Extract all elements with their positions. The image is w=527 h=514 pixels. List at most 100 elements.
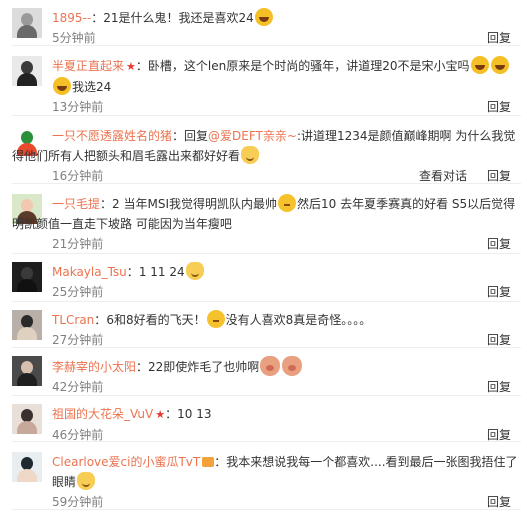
comment-text-line2: 得他们所有人把额头和眉毛露出来都好好看 <box>12 146 517 166</box>
pig-emoji-icon <box>282 356 303 376</box>
comment-text-line2: 明凯颜值一直走下坡路 可能因为当年瘦吧 <box>12 214 517 234</box>
reply-button[interactable]: 回复 <box>487 31 511 45</box>
avatar[interactable] <box>12 356 42 386</box>
comment-item: 祖国的大花朵_VuV ★：10 13 46分钟前 回复 <box>12 400 521 445</box>
comment-content: 2 当年MSI我觉得明凯队内最帅 <box>112 197 277 211</box>
comment-meta: 21分钟前 回复 <box>52 234 517 254</box>
comment-text: Makayla_Tsu：1 11 24 <box>52 262 517 282</box>
comment-text: 半夏正直起来 ★：卧槽，这个len原来是个时尚的骚年，讲道理20不是宋小宝吗 <box>52 56 517 77</box>
username-link[interactable]: 1895-- <box>52 11 91 25</box>
comment-actions: 回复 <box>467 282 511 302</box>
avatar[interactable] <box>12 56 42 86</box>
comment-content: 没有人喜欢8真是奇怪。。。。 <box>225 313 372 327</box>
reply-button[interactable]: 回复 <box>487 495 511 509</box>
view-dialog-button[interactable]: 查看对话 <box>419 169 467 183</box>
username-link[interactable]: Makayla_Tsu <box>52 265 127 279</box>
comment-content: 6和8好看的飞天！ <box>106 313 206 327</box>
comment-item: Clearlove爱ci的小蜜瓜TvT ：我本来想说我每一个都喜欢....看到最后… <box>12 448 521 512</box>
reply-button[interactable]: 回复 <box>487 169 511 183</box>
comment-body: 半夏正直起来 ★：卧槽，这个len原来是个时尚的骚年，讲道理20不是宋小宝吗 我选… <box>52 56 517 117</box>
avatar[interactable] <box>12 310 42 340</box>
reply-button[interactable]: 回复 <box>487 380 511 394</box>
comment-meta: 46分钟前 回复 <box>52 425 517 445</box>
timestamp: 21分钟前 <box>52 237 104 251</box>
reply-button[interactable]: 回复 <box>487 100 511 114</box>
timestamp: 42分钟前 <box>52 380 104 394</box>
reply-button[interactable]: 回复 <box>487 333 511 347</box>
username-link[interactable]: 一只毛提 <box>52 197 100 211</box>
thinking-emoji-icon <box>206 310 225 328</box>
comment-meta: 13分钟前 回复 <box>52 97 517 117</box>
comment-content: 卧槽，这个len原来是个时尚的骚年，讲道理20不是宋小宝吗 <box>147 59 470 73</box>
cat-emoji-icon <box>77 472 96 490</box>
timestamp: 59分钟前 <box>52 495 104 509</box>
comment-content: 我选24 <box>72 80 112 94</box>
comment-content: 10 13 <box>177 407 212 421</box>
comment-meta: 27分钟前 回复 <box>52 330 517 350</box>
timestamp: 16分钟前 <box>52 169 104 183</box>
comment-text: Clearlove爱ci的小蜜瓜TvT ：我本来想说我每一个都喜欢....看到最后… <box>52 455 518 469</box>
pig-emoji-icon <box>260 356 281 376</box>
comment-item: 1895--：21是什么鬼！我还是喜欢24 5分钟前 回复 <box>12 4 521 48</box>
comment-actions: 查看对话 回复 <box>399 166 511 186</box>
avatar[interactable] <box>12 404 42 434</box>
comment-text: 1895--：21是什么鬼！我还是喜欢24 <box>52 8 517 28</box>
comment-item: 一只不愿透露姓名的猪：回复@爱DEFT亲亲~:讲道理1234是颜值巅峰期啊 为什… <box>12 122 521 186</box>
comment-actions: 回复 <box>467 97 511 117</box>
thinking-emoji-icon <box>278 194 296 212</box>
timestamp: 13分钟前 <box>52 100 104 114</box>
reply-button[interactable]: 回复 <box>487 237 511 251</box>
cat-emoji-icon <box>241 146 260 164</box>
comment-actions: 回复 <box>467 28 511 48</box>
comment-actions: 回复 <box>467 425 511 445</box>
member-star-icon: ★ <box>155 408 166 421</box>
timestamp: 25分钟前 <box>52 285 104 299</box>
reply-button[interactable]: 回复 <box>487 428 511 442</box>
reply-target-link[interactable]: @爱DEFT亲亲~ <box>208 129 297 143</box>
comment-content: 然后10 去年夏季赛真的好看 S5以后觉得 <box>297 197 516 211</box>
member-star-icon: ★ <box>126 60 136 73</box>
comment-meta: 59分钟前 回复 <box>52 492 517 512</box>
comment-content: 明凯颜值一直走下坡路 可能因为当年瘦吧 <box>12 217 232 231</box>
comment-content: 1 11 24 <box>138 265 185 279</box>
username-link[interactable]: 李赫宰的小太阳 <box>52 360 136 374</box>
comment-content: 我本来想说我每一个都喜欢....看到最后一张图我捂住了 <box>226 455 518 469</box>
comment-text-line2: 眼睛 <box>52 472 517 492</box>
comment-actions: 回复 <box>467 330 511 350</box>
comment-item: 李赫宰的小太阳：22即使炸毛了也帅啊 42分钟前 回复 <box>12 352 521 397</box>
comment-content: :讲道理1234是颜值巅峰期啊 为什么我觉 <box>296 129 516 143</box>
laugh-emoji-icon <box>53 77 71 95</box>
username-link[interactable]: 一只不愿透露姓名的猪 <box>52 129 172 143</box>
avatar[interactable] <box>12 262 42 292</box>
comment-meta: 42分钟前 回复 <box>52 377 517 397</box>
comment-actions: 回复 <box>467 234 511 254</box>
comment-body: TLCran：6和8好看的飞天！ 没有人喜欢8真是奇怪。。。。 27分钟前 回复 <box>52 310 517 350</box>
username-link[interactable]: 祖国的大花朵_VuV <box>52 407 153 421</box>
comment-list: 1895--：21是什么鬼！我还是喜欢24 5分钟前 回复 半夏正直起来 ★：卧槽… <box>0 0 527 514</box>
username-link[interactable]: 半夏正直起来 <box>52 59 124 73</box>
comment-content: 得他们所有人把额头和眉毛露出来都好好看 <box>12 149 241 163</box>
comment-body: 一只不愿透露姓名的猪：回复@爱DEFT亲亲~:讲道理1234是颜值巅峰期啊 为什… <box>12 126 517 186</box>
comment-body: Clearlove爱ci的小蜜瓜TvT ：我本来想说我每一个都喜欢....看到最后… <box>52 452 518 512</box>
comment-text: 一只不愿透露姓名的猪：回复@爱DEFT亲亲~:讲道理1234是颜值巅峰期啊 为什… <box>52 129 516 143</box>
comment-text: 祖国的大花朵_VuV ★：10 13 <box>52 404 517 425</box>
comment-text: 一只毛提：2 当年MSI我觉得明凯队内最帅 然后10 去年夏季赛真的好看 S5以后… <box>52 194 517 214</box>
comment-text: TLCran：6和8好看的飞天！ 没有人喜欢8真是奇怪。。。。 <box>52 310 517 330</box>
avatar[interactable] <box>12 452 42 482</box>
comment-actions: 回复 <box>467 492 511 512</box>
timestamp: 5分钟前 <box>52 31 96 45</box>
comment-body: 祖国的大花朵_VuV ★：10 13 46分钟前 回复 <box>52 404 517 445</box>
comment-meta: 25分钟前 回复 <box>52 282 517 302</box>
comment-meta: 5分钟前 回复 <box>52 28 517 48</box>
username-link[interactable]: Clearlove爱ci的小蜜瓜TvT <box>52 455 200 469</box>
comment-item: TLCran：6和8好看的飞天！ 没有人喜欢8真是奇怪。。。。 27分钟前 回复 <box>12 306 521 350</box>
username-link[interactable]: TLCran <box>52 313 94 327</box>
comment-content: 22即使炸毛了也帅啊 <box>148 360 260 374</box>
comment-item: Makayla_Tsu：1 11 24 25分钟前 回复 <box>12 258 521 302</box>
reply-button[interactable]: 回复 <box>487 285 511 299</box>
cat-emoji-icon <box>185 262 204 280</box>
comment-content: 眼睛 <box>52 475 77 489</box>
comment-item: 半夏正直起来 ★：卧槽，这个len原来是个时尚的骚年，讲道理20不是宋小宝吗 我选… <box>12 52 521 117</box>
comment-body: Makayla_Tsu：1 11 24 25分钟前 回复 <box>52 262 517 302</box>
avatar[interactable] <box>12 8 42 38</box>
